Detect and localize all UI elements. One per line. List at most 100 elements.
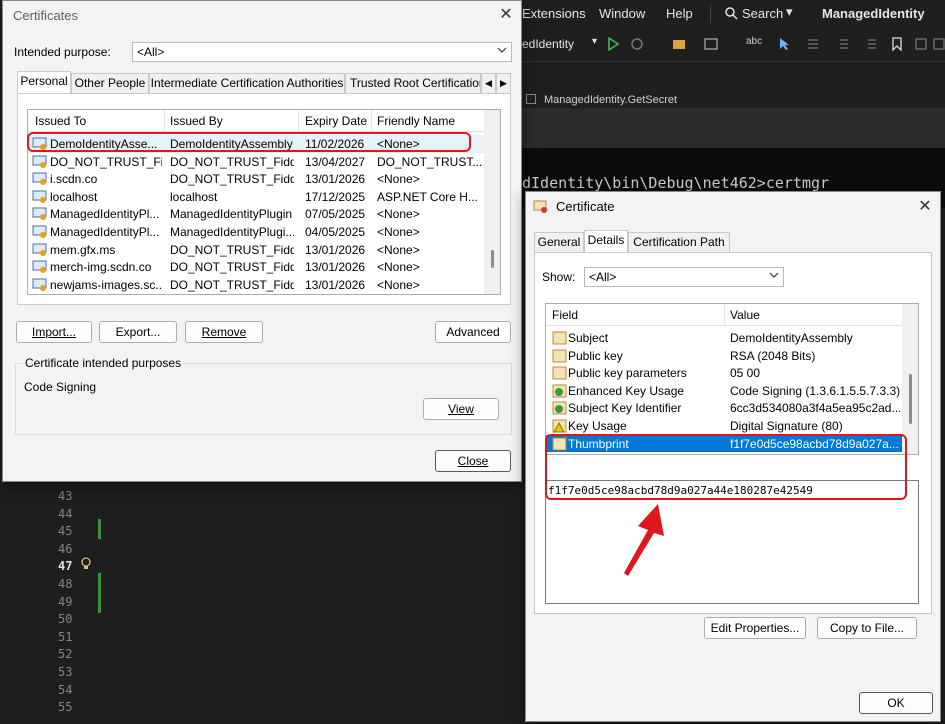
cell-field: Enhanced Key Usage	[568, 383, 685, 398]
title-bar: Certificates ✕	[3, 1, 521, 31]
copy-icon[interactable]	[932, 37, 945, 51]
table-row[interactable]: merch-img.scdn.co DO_NOT_TRUST_Fidd... 13/…	[28, 258, 500, 276]
outdent-icon[interactable]	[866, 37, 880, 51]
dialog-title: Certificates	[13, 8, 79, 23]
column-issued-to[interactable]: Issued To	[35, 114, 86, 128]
intended-purpose-select[interactable]: <All>	[132, 42, 512, 62]
table-row[interactable]: mem.gfx.ms DO_NOT_TRUST_Fidd... 13/01/2026…	[28, 241, 500, 259]
menu-extensions[interactable]: Extensions	[522, 6, 586, 21]
close-icon[interactable]: ✕	[915, 197, 935, 217]
cell-expiry: 04/05/2025	[305, 225, 366, 239]
edit-properties-button[interactable]: Edit Properties...	[704, 617, 806, 639]
search-icon[interactable]	[724, 6, 738, 23]
field-row[interactable]: Subject DemoIdentityAssembly	[546, 329, 902, 347]
ok-button[interactable]: OK	[859, 692, 933, 714]
list-header: Issued To Issued By Expiry Date Friendly…	[28, 110, 500, 132]
close-button[interactable]: Close	[435, 450, 511, 472]
close-icon[interactable]: ✕	[496, 5, 516, 25]
cell-issued-to: ManagedIdentityPl...	[50, 225, 160, 239]
line-number: 50	[58, 612, 73, 627]
line-number: 55	[58, 700, 73, 715]
column-field[interactable]: Field	[552, 308, 578, 322]
column-value[interactable]: Value	[730, 308, 760, 322]
cell-friendly: <None>	[377, 207, 420, 222]
startup-project[interactable]: edIdentity	[522, 37, 574, 51]
highlight-thumbprint	[545, 434, 907, 500]
window-icon[interactable]	[914, 37, 928, 51]
cell-issued-by: localhost	[170, 189, 218, 204]
editor-tab[interactable]: ManagedIdentity.GetSecret	[544, 94, 677, 106]
field-row[interactable]: Key Usage Digital Signature (80)	[546, 417, 902, 435]
tab-details[interactable]: Details	[584, 230, 628, 252]
line-number: 45	[58, 524, 73, 539]
table-row[interactable]: newjams-images.sc... DO_NOT_TRUST_Fidd...…	[28, 276, 500, 294]
field-list[interactable]: Field Value Subject DemoIdentityAssembly P…	[545, 303, 919, 455]
field-row[interactable]: Subject Key Identifier 6cc3d534080a3f4a5e…	[546, 399, 902, 417]
column-friendly-name[interactable]: Friendly Name	[377, 114, 455, 128]
certificate-icon	[533, 200, 547, 213]
menu-help[interactable]: Help	[666, 6, 693, 21]
scroll-thumb[interactable]	[909, 374, 912, 424]
copy-to-file-button[interactable]: Copy to File...	[817, 617, 917, 639]
cell-value: RSA (2048 Bits)	[730, 348, 816, 363]
spellcheck-icon[interactable]: abc	[746, 36, 762, 47]
cell-issued-by: DO_NOT_TRUST_Fidd...	[170, 154, 294, 169]
cell-issued-by: DO_NOT_TRUST_Fidd...	[170, 242, 294, 257]
play-icon[interactable]	[606, 37, 620, 51]
tab-scroll-right-icon[interactable]: ▶	[496, 73, 511, 93]
scroll-thumb[interactable]	[491, 250, 494, 268]
menu-search[interactable]: Search	[742, 6, 783, 21]
certificate-icon	[32, 207, 47, 221]
certificate-icon	[32, 278, 47, 291]
bookmark-icon[interactable]	[890, 37, 904, 51]
menu-window[interactable]: Window	[599, 6, 645, 21]
change-marker	[98, 519, 101, 539]
tab-other-people[interactable]: Other People	[71, 73, 149, 93]
change-marker	[98, 573, 101, 613]
restart-icon[interactable]	[630, 37, 644, 51]
table-row[interactable]: DO_NOT_TRUST_Fi... DO_NOT_TRUST_Fidd... 13…	[28, 153, 500, 171]
cell-friendly: DO_NOT_TRUST...	[377, 154, 483, 169]
cursor-icon[interactable]	[778, 37, 792, 51]
import-button[interactable]: Import...	[16, 321, 92, 343]
remove-button[interactable]: Remove	[185, 321, 263, 343]
tab-certification-path[interactable]: Certification Path	[628, 232, 730, 252]
table-row[interactable]: ManagedIdentityPl... ManagedIdentityPlugi…	[28, 223, 500, 241]
show-select[interactable]: <All>	[584, 267, 784, 287]
field-row[interactable]: Public key parameters 05 00	[546, 364, 902, 382]
line-number: 53	[58, 665, 73, 679]
column-issued-by[interactable]: Issued By	[170, 114, 223, 128]
column-expiry-date[interactable]: Expiry Date	[305, 114, 367, 128]
advanced-button[interactable]: Advanced	[435, 321, 511, 343]
editor-bar	[520, 108, 945, 148]
highlight-selected-row	[27, 132, 471, 152]
chevron-down-icon	[769, 272, 779, 278]
field-doc-icon	[552, 349, 567, 363]
tab-general[interactable]: General	[534, 232, 584, 252]
field-row[interactable]: Enhanced Key Usage Code Signing (1.3.6.1.…	[546, 382, 902, 400]
tab-scroll-left-icon[interactable]: ◀	[481, 73, 496, 93]
certificate-icon	[32, 155, 47, 168]
view-button[interactable]: View	[423, 398, 499, 420]
cell-field: Subject	[568, 331, 609, 345]
list-scrollbar[interactable]	[902, 304, 918, 454]
dialog-title: Certificate	[556, 199, 615, 214]
table-row[interactable]: i.scdn.co DO_NOT_TRUST_Fidd... 13/01/2026 <…	[28, 170, 500, 188]
indent-icon[interactable]	[836, 37, 850, 51]
tab-personal[interactable]: Personal	[17, 71, 71, 93]
list-scrollbar[interactable]	[484, 110, 500, 294]
table-row[interactable]: ManagedIdentityPl... ManagedIdentityPlugi…	[28, 205, 500, 223]
layout-icon[interactable]	[704, 37, 718, 51]
export-button[interactable]: Export...	[99, 321, 177, 343]
table-row[interactable]: localhost localhost 17/12/2025 ASP.NET Core…	[28, 188, 500, 206]
vs-menubar: Extensions Window Help Search ▾ ManagedI…	[520, 0, 945, 28]
cell-issued-by: ManagedIdentityPlugi...	[170, 225, 294, 239]
lightbulb-icon[interactable]	[80, 557, 92, 571]
field-row[interactable]: Public key RSA (2048 Bits)	[546, 347, 902, 365]
tab-trusted-root[interactable]: Trusted Root Certification	[345, 73, 481, 93]
tab-intermediate-ca[interactable]: Intermediate Certification Authorities	[149, 73, 345, 93]
folder-icon[interactable]	[672, 37, 686, 51]
cell-expiry: 13/01/2026	[305, 260, 366, 275]
align-icon[interactable]	[806, 37, 820, 51]
list-header: Field Value	[546, 304, 918, 326]
